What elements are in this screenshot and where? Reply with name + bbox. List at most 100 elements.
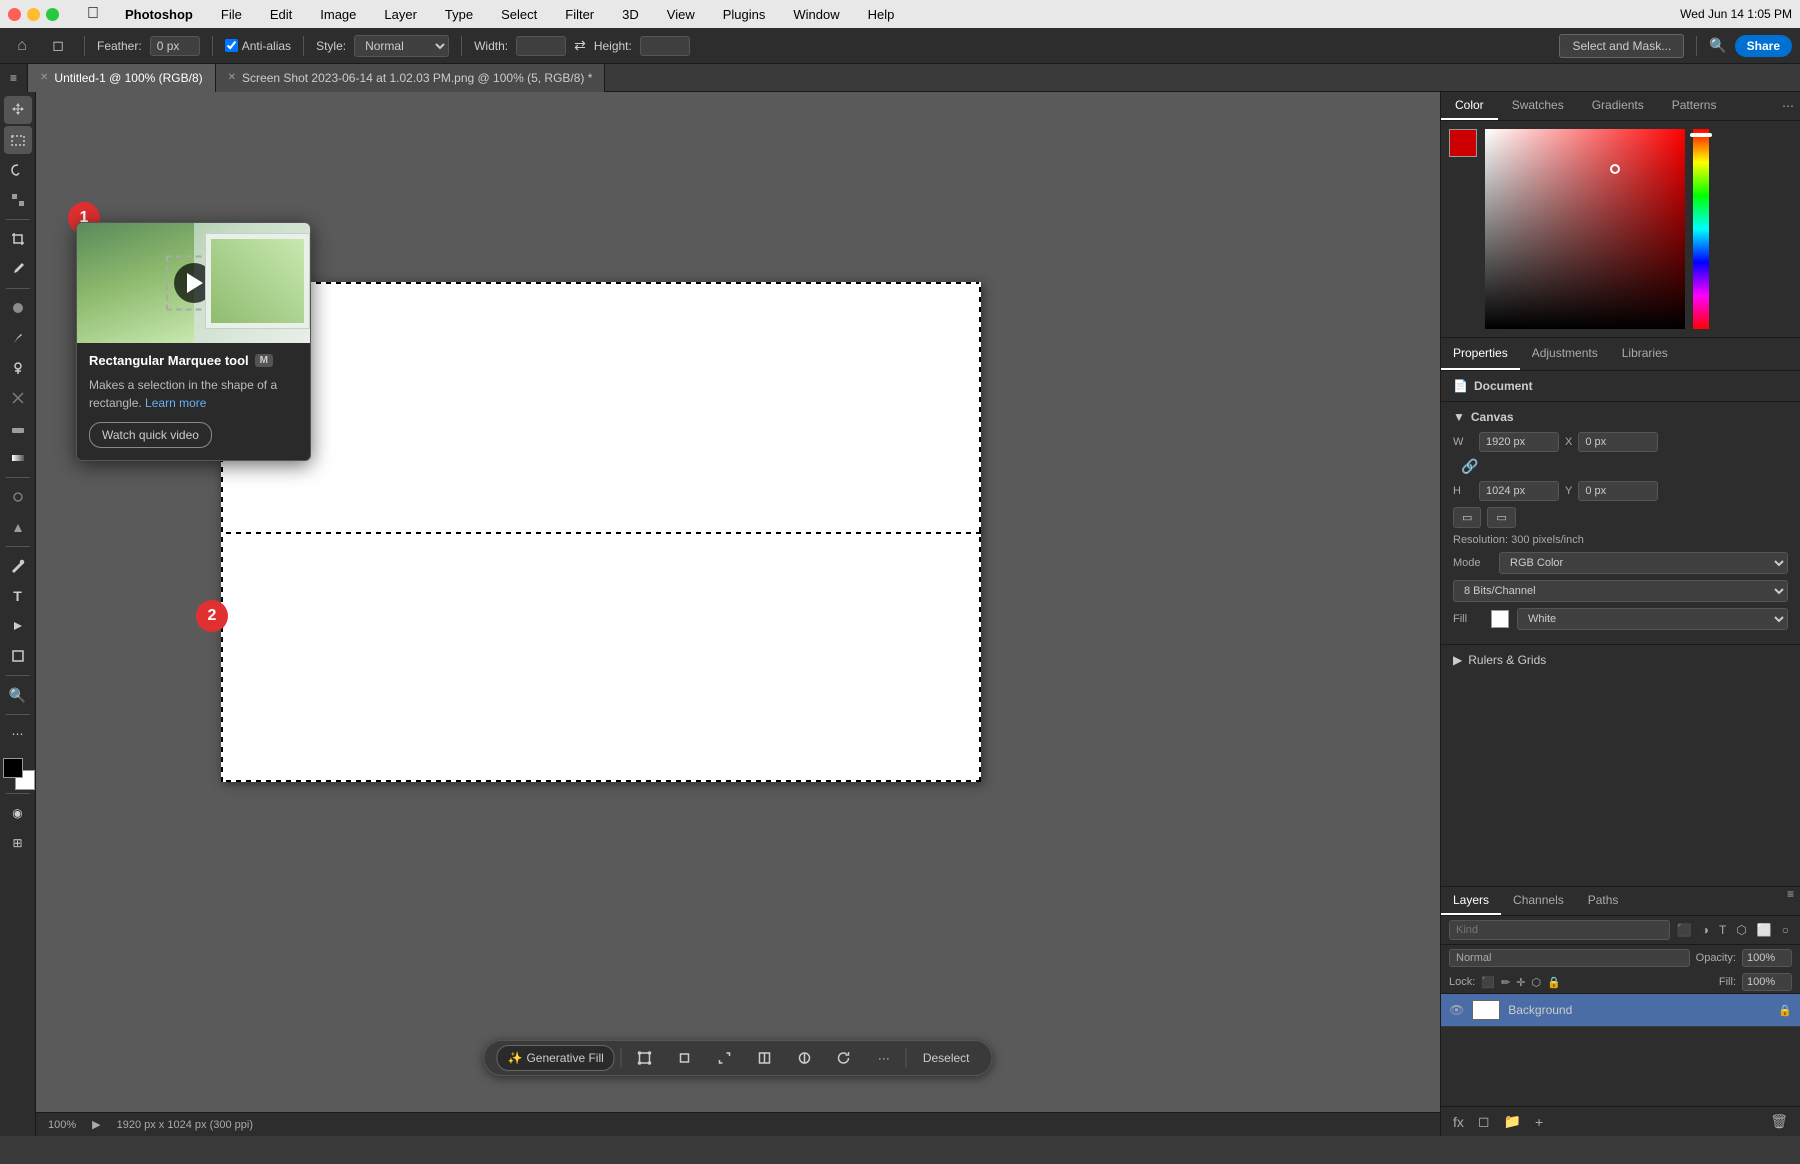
tab-color[interactable]: Color bbox=[1441, 92, 1498, 120]
menu-image[interactable]: Image bbox=[314, 5, 362, 24]
add-mask-button[interactable]: ◻ bbox=[1474, 1111, 1494, 1132]
width-input[interactable] bbox=[516, 36, 566, 56]
new-layer-button[interactable]: + bbox=[1531, 1112, 1547, 1132]
opacity-input[interactable] bbox=[1742, 949, 1792, 967]
tab-layers[interactable]: Layers bbox=[1441, 887, 1501, 915]
canvas-h-input[interactable] bbox=[1479, 481, 1559, 501]
transform-rect-icon[interactable] bbox=[668, 1046, 702, 1070]
pen-tool[interactable] bbox=[4, 552, 32, 580]
canvas-y-input[interactable] bbox=[1578, 481, 1658, 501]
tab-swatches[interactable]: Swatches bbox=[1498, 92, 1578, 120]
text-tool[interactable]: T bbox=[4, 582, 32, 610]
tab-libraries[interactable]: Libraries bbox=[1610, 338, 1680, 370]
menu-help[interactable]: Help bbox=[862, 5, 901, 24]
move-tool[interactable] bbox=[4, 96, 32, 124]
menu-select[interactable]: Select bbox=[495, 5, 543, 24]
color-spectrum[interactable] bbox=[1485, 129, 1685, 329]
lock-move-icon[interactable]: ✛ bbox=[1516, 976, 1525, 989]
portrait-button[interactable]: ▭ bbox=[1453, 507, 1481, 528]
layers-options-icon[interactable]: ≡ bbox=[1787, 887, 1794, 901]
clone-stamp-tool[interactable] bbox=[4, 354, 32, 382]
tab-properties[interactable]: Properties bbox=[1441, 338, 1520, 370]
more-options-button[interactable]: ··· bbox=[868, 1046, 900, 1070]
path-selection-tool[interactable] bbox=[4, 612, 32, 640]
style-select[interactable]: Normal Fixed Ratio Fixed Size bbox=[354, 35, 449, 57]
layers-search-input[interactable] bbox=[1449, 920, 1670, 940]
canvas-x-input[interactable] bbox=[1578, 432, 1658, 452]
feather-input[interactable] bbox=[150, 36, 200, 56]
healing-tool[interactable] bbox=[4, 294, 32, 322]
screen-mode-icon[interactable]: ⊞ bbox=[4, 829, 32, 857]
brush-tool[interactable] bbox=[4, 324, 32, 352]
rulers-grids-section[interactable]: ▶ Rulers & Grids bbox=[1441, 645, 1800, 675]
fill-pct-input[interactable] bbox=[1742, 973, 1792, 991]
landscape-button[interactable]: ▭ bbox=[1487, 507, 1515, 528]
panel-options-icon[interactable]: ⋯ bbox=[1782, 99, 1794, 113]
menu-type[interactable]: Type bbox=[439, 5, 479, 24]
tab-paths[interactable]: Paths bbox=[1576, 887, 1631, 915]
dodge-tool[interactable] bbox=[4, 513, 32, 541]
expand-icon[interactable] bbox=[708, 1046, 742, 1070]
lasso-tool[interactable] bbox=[4, 156, 32, 184]
bit-depth-select[interactable]: 8 Bits/Channel 16 Bits/Channel 32 Bits/C… bbox=[1453, 580, 1788, 602]
deselect-button[interactable]: Deselect bbox=[913, 1046, 980, 1070]
menu-view[interactable]: View bbox=[661, 5, 701, 24]
layer-item-background[interactable]: 👁 Background 🔒 bbox=[1441, 994, 1800, 1027]
search-icon[interactable]: 🔍 bbox=[1709, 37, 1726, 54]
tab-close-icon[interactable]: ✕ bbox=[40, 72, 48, 83]
gradient-tool[interactable] bbox=[4, 444, 32, 472]
fill-icon[interactable] bbox=[748, 1046, 782, 1070]
panel-collapse-icon[interactable]: ≡ bbox=[0, 64, 28, 92]
select-mask-button[interactable]: Select and Mask... bbox=[1559, 34, 1684, 58]
invert-icon[interactable] bbox=[788, 1046, 822, 1070]
menu-plugins[interactable]: Plugins bbox=[717, 5, 772, 24]
filter-type-icon[interactable]: T bbox=[1716, 921, 1729, 939]
learn-more-link[interactable]: Learn more bbox=[145, 396, 206, 410]
add-fill-layer-button[interactable]: fx bbox=[1449, 1112, 1468, 1132]
expand-icon2[interactable]: ▶ bbox=[92, 1118, 100, 1131]
height-input[interactable] bbox=[640, 36, 690, 56]
close-button[interactable] bbox=[8, 8, 21, 21]
home-icon[interactable]: ⌂ bbox=[8, 32, 36, 60]
tool-preset-icon[interactable]: ◻ bbox=[44, 32, 72, 60]
minimize-button[interactable] bbox=[27, 8, 40, 21]
filter-pixel-icon[interactable]: ⬛ bbox=[1674, 921, 1695, 939]
history-brush-tool[interactable] bbox=[4, 384, 32, 412]
quick-mask-icon[interactable]: ◉ bbox=[4, 799, 32, 827]
eraser-tool[interactable] bbox=[4, 414, 32, 442]
new-group-button[interactable]: 📁 bbox=[1500, 1111, 1525, 1132]
menu-edit[interactable]: Edit bbox=[264, 5, 298, 24]
shape-tool[interactable] bbox=[4, 642, 32, 670]
fill-color-swatch[interactable] bbox=[1491, 610, 1509, 628]
menu-window[interactable]: Window bbox=[787, 5, 845, 24]
object-select-tool[interactable] bbox=[4, 186, 32, 214]
hue-bar[interactable] bbox=[1693, 129, 1709, 329]
share-button[interactable]: Share bbox=[1735, 35, 1792, 57]
watch-video-button[interactable]: Watch quick video bbox=[89, 422, 212, 448]
anti-alias-checkbox[interactable] bbox=[225, 39, 238, 52]
menu-3d[interactable]: 3D bbox=[616, 5, 645, 24]
canvas-w-input[interactable] bbox=[1479, 432, 1559, 452]
marquee-tool[interactable] bbox=[4, 126, 32, 154]
tab-channels[interactable]: Channels bbox=[1501, 887, 1576, 915]
tab-close-icon2[interactable]: ✕ bbox=[228, 72, 236, 83]
tab-screenshot[interactable]: ✕ Screen Shot 2023-06-14 at 1.02.03 PM.p… bbox=[216, 64, 606, 92]
blur-tool[interactable] bbox=[4, 483, 32, 511]
menu-file[interactable]: File bbox=[215, 5, 248, 24]
filter-toggle-icon[interactable]: ○ bbox=[1779, 921, 1792, 939]
crop-tool[interactable] bbox=[4, 225, 32, 253]
lock-transparency-icon[interactable]: ⬛ bbox=[1481, 976, 1495, 989]
fill-select[interactable]: White Black Transparent bbox=[1517, 608, 1788, 630]
lock-all-icon[interactable]: 🔒 bbox=[1547, 976, 1561, 989]
extra-tools[interactable]: ⋯ bbox=[4, 720, 32, 748]
canvas-header[interactable]: ▼ Canvas bbox=[1453, 410, 1788, 424]
rotate-icon[interactable] bbox=[828, 1046, 862, 1070]
mode-select[interactable]: RGB Color CMYK Color Grayscale bbox=[1499, 552, 1788, 574]
filter-artboard-icon[interactable]: ⬜ bbox=[1754, 921, 1775, 939]
lock-artboard-icon[interactable]: ⬡ bbox=[1531, 976, 1541, 989]
layer-visibility-icon[interactable]: 👁 bbox=[1449, 1003, 1464, 1017]
generative-fill-button[interactable]: ✨ Generative Fill bbox=[496, 1045, 614, 1071]
tab-adjustments[interactable]: Adjustments bbox=[1520, 338, 1610, 370]
foreground-color[interactable] bbox=[3, 758, 23, 778]
swap-wh-icon[interactable]: ⇄ bbox=[574, 37, 586, 54]
